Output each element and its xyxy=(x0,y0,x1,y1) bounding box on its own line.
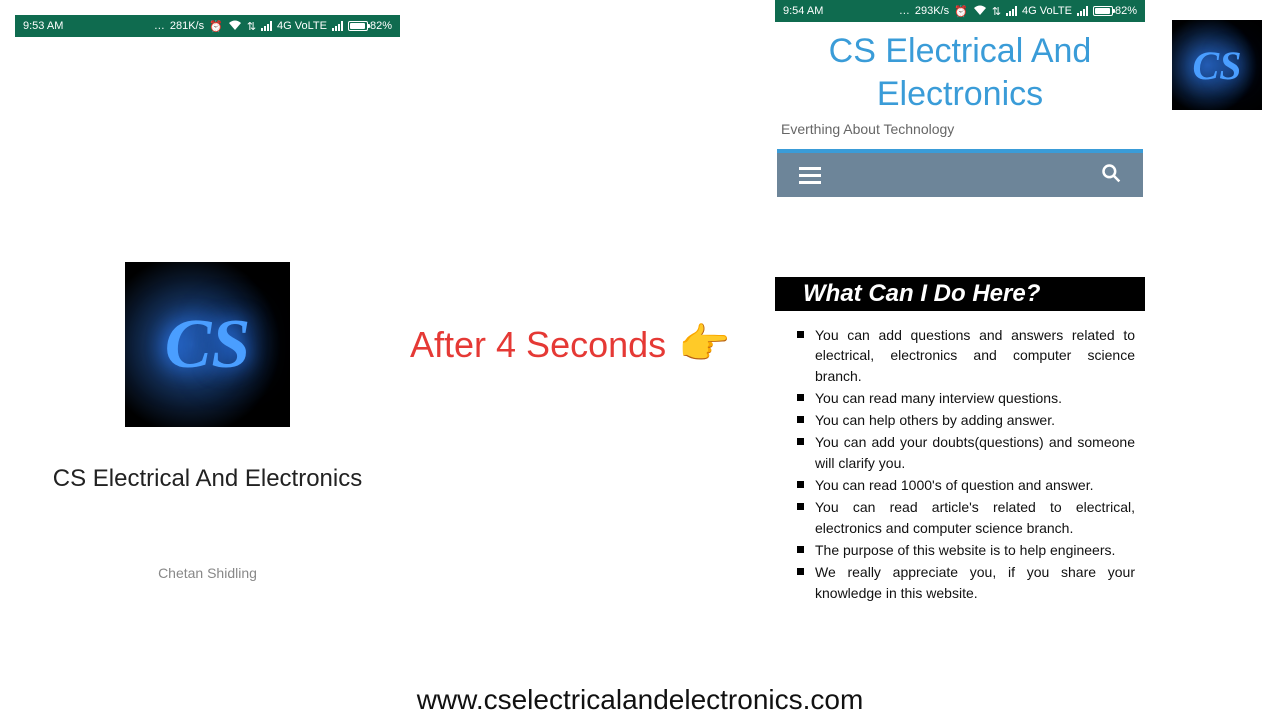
battery-percent: 82% xyxy=(1115,5,1137,17)
phone-website-screen: 9:54 AM … 293K/s ⏰ ⇅ 4G VoLTE 82% CS Ele… xyxy=(775,0,1145,605)
status-time: 9:53 AM xyxy=(23,20,63,32)
splash-content: CS CS Electrical And Electronics Chetan … xyxy=(15,37,400,581)
feature-list: You can add questions and answers relate… xyxy=(775,325,1145,603)
list-item: You can read 1000's of question and answ… xyxy=(797,475,1135,495)
status-speed: 293K/s xyxy=(915,5,949,17)
wifi-icon xyxy=(228,20,242,33)
data-arrows-icon: ⇅ xyxy=(247,20,256,33)
splash-title: CS Electrical And Electronics xyxy=(53,465,362,493)
list-item: You can read many interview questions. xyxy=(797,388,1135,408)
battery-indicator: 82% xyxy=(1093,5,1137,17)
list-item: We really appreciate you, if you share y… xyxy=(797,562,1135,603)
splash-author: Chetan Shidling xyxy=(158,565,257,581)
wifi-icon xyxy=(973,5,987,18)
status-dots: … xyxy=(154,20,165,32)
app-logo: CS xyxy=(125,262,290,427)
status-network: 4G VoLTE xyxy=(277,20,327,32)
status-bar: 9:53 AM … 281K/s ⏰ ⇅ 4G VoLTE 82% xyxy=(15,15,400,37)
status-dots: … xyxy=(899,5,910,17)
list-item: You can add your doubts(questions) and s… xyxy=(797,432,1135,473)
signal-icon xyxy=(1006,6,1017,16)
list-item: The purpose of this website is to help e… xyxy=(797,540,1135,560)
footer-url: www.cselectricalandelectronics.com xyxy=(417,684,864,716)
list-item: You can add questions and answers relate… xyxy=(797,325,1135,386)
status-time: 9:54 AM xyxy=(783,5,823,17)
list-item: You can help others by adding answer. xyxy=(797,410,1135,430)
transition-annotation: After 4 Seconds 👉 xyxy=(410,320,730,369)
signal-icon-2 xyxy=(1077,6,1088,16)
site-title[interactable]: CS Electrical And Electronics xyxy=(775,30,1145,115)
hamburger-menu-icon[interactable] xyxy=(799,167,821,184)
navbar xyxy=(777,149,1143,197)
status-network: 4G VoLTE xyxy=(1022,5,1072,17)
search-icon[interactable] xyxy=(1101,163,1121,188)
signal-icon xyxy=(261,21,272,31)
signal-icon-2 xyxy=(332,21,343,31)
battery-indicator: 82% xyxy=(348,20,392,32)
status-speed: 281K/s xyxy=(170,20,204,32)
list-item: You can read article's related to electr… xyxy=(797,497,1135,538)
annotation-text: After 4 Seconds xyxy=(410,324,666,366)
pointing-hand-icon: 👉 xyxy=(678,320,730,369)
alarm-icon: ⏰ xyxy=(209,20,223,33)
battery-percent: 82% xyxy=(370,20,392,32)
phone-splash-screen: 9:53 AM … 281K/s ⏰ ⇅ 4G VoLTE 82% CS CS … xyxy=(15,15,400,675)
section-heading: What Can I Do Here? xyxy=(775,277,1145,311)
status-bar: 9:54 AM … 293K/s ⏰ ⇅ 4G VoLTE 82% xyxy=(775,0,1145,22)
alarm-icon: ⏰ xyxy=(954,5,968,18)
data-arrows-icon: ⇅ xyxy=(992,5,1001,18)
logo-text: CS xyxy=(1172,20,1262,110)
corner-logo: CS xyxy=(1172,20,1262,110)
logo-text: CS xyxy=(125,262,290,427)
site-tagline: Everthing About Technology xyxy=(775,115,1145,149)
